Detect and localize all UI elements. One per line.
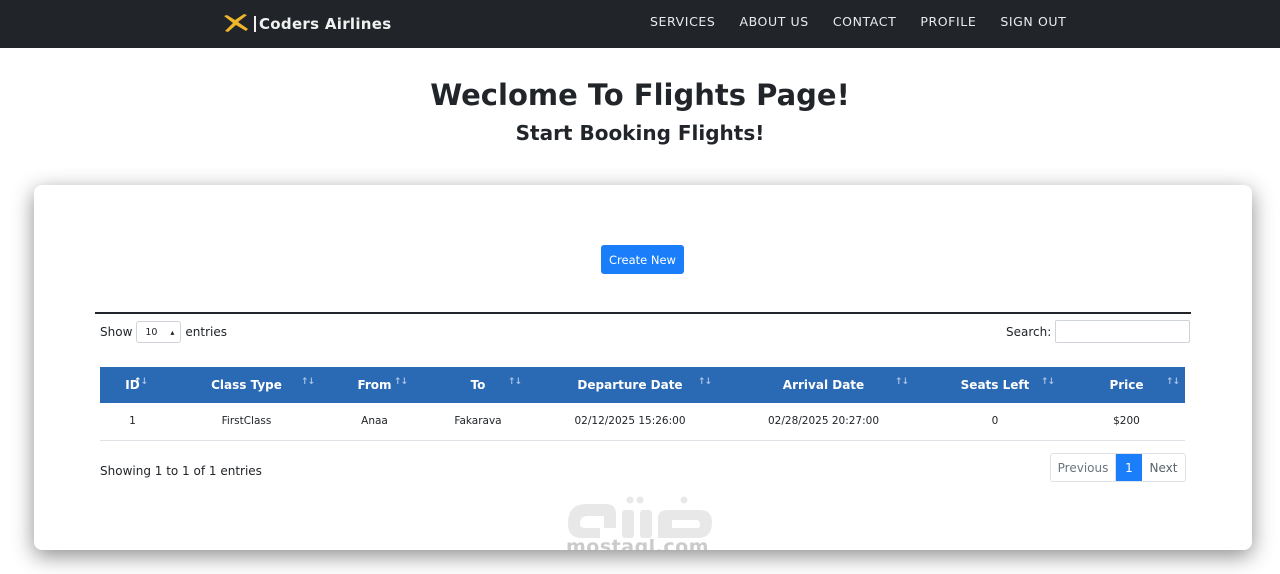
cell-to: Fakarava bbox=[454, 415, 502, 428]
cell-from: Anaa bbox=[361, 415, 388, 428]
cell-price: $200 bbox=[1113, 415, 1140, 428]
sort-icon: ↑↓ bbox=[697, 377, 712, 387]
cell-seats-left: 0 bbox=[991, 415, 999, 428]
table-info: Showing 1 to 1 of 1 entries bbox=[100, 464, 262, 478]
sort-icon: ↑↓ bbox=[393, 377, 408, 387]
cell-departure-date: 02/12/2025 15:26:00 bbox=[574, 415, 686, 428]
col-from[interactable]: From ↑↓ bbox=[328, 367, 421, 403]
col-to[interactable]: To ↑↓ bbox=[421, 367, 535, 403]
col-departure-date-label: Departure Date bbox=[577, 378, 683, 392]
create-new-button[interactable]: Create New bbox=[601, 245, 684, 274]
sort-icon: ↑↓ bbox=[1040, 377, 1055, 387]
col-from-label: From bbox=[357, 378, 392, 392]
col-to-label: To bbox=[470, 378, 486, 392]
col-class-type-label: Class Type bbox=[211, 378, 282, 392]
col-class-type[interactable]: Class Type ↑↓ bbox=[165, 367, 328, 403]
search-label: Search: bbox=[1006, 324, 1052, 339]
sort-icon: ↑↓ bbox=[507, 377, 522, 387]
search-control: Search: bbox=[1006, 320, 1191, 343]
page-length-control: Show 10 ▴︎ entries bbox=[100, 321, 227, 343]
table-header-row: ID ↑↓ Class Type ↑↓ From ↑↓ To ↑↓ Departure … bbox=[100, 367, 1185, 403]
previous-page-button[interactable]: Previous bbox=[1051, 454, 1116, 481]
table-row: 1 FirstClass Anaa Fakarava 02/12/2025 15… bbox=[100, 403, 1185, 440]
col-seats-left[interactable]: Seats Left ↑↓ bbox=[922, 367, 1068, 403]
col-arrival-date-label: Arrival Date bbox=[782, 378, 865, 392]
page-length-value: 10 bbox=[145, 326, 158, 338]
nav-sign-out[interactable]: SIGN OUT bbox=[1000, 14, 1066, 29]
brand-name: Coders Airlines bbox=[254, 16, 391, 32]
sort-icon: ↑↓ bbox=[894, 377, 909, 387]
watermark-text: mostaql.com bbox=[566, 536, 710, 550]
nav-profile[interactable]: PROFILE bbox=[920, 14, 976, 29]
col-departure-date[interactable]: Departure Date ↑↓ bbox=[535, 367, 725, 403]
col-price[interactable]: Price ↑↓ bbox=[1068, 367, 1185, 403]
sort-icon: ↑↓ bbox=[1165, 377, 1180, 387]
brand-link[interactable]: Coders Airlines bbox=[222, 11, 391, 37]
pagination: Previous 1 Next bbox=[1050, 453, 1186, 482]
show-label: Show bbox=[100, 325, 133, 339]
airplane-icon bbox=[224, 14, 248, 32]
cell-id: 1 bbox=[129, 415, 136, 428]
nav-menu: SERVICES ABOUT US CONTACT PROFILE SIGN O… bbox=[650, 14, 1090, 29]
page-1-button[interactable]: 1 bbox=[1116, 454, 1142, 481]
page-title: Weclome To Flights Page! bbox=[430, 78, 850, 112]
search-input[interactable] bbox=[1055, 320, 1191, 343]
col-id[interactable]: ID ↑↓ bbox=[100, 367, 165, 403]
sort-icon: ↑↓ bbox=[300, 377, 315, 387]
entries-label: entries bbox=[185, 325, 227, 339]
flights-table-wrapper: ID ↑↓ Class Type ↑↓ From ↑↓ To ↑↓ Departure … bbox=[100, 367, 1185, 441]
page-length-select[interactable]: 10 ▴︎ bbox=[136, 321, 182, 343]
top-navbar: Coders Airlines SERVICES ABOUT US CONTAC… bbox=[0, 0, 1280, 48]
cell-class-type: FirstClass bbox=[221, 415, 272, 428]
col-arrival-date[interactable]: Arrival Date ↑↓ bbox=[725, 367, 922, 403]
nav-about-us[interactable]: ABOUT US bbox=[739, 14, 808, 29]
nav-contact[interactable]: CONTACT bbox=[833, 14, 896, 29]
sort-asc-icon: ↑↓ bbox=[133, 377, 148, 387]
flights-table: ID ↑↓ Class Type ↑↓ From ↑↓ To ↑↓ Departure … bbox=[100, 367, 1185, 441]
divider bbox=[95, 312, 1191, 314]
page-subtitle: Start Booking Flights! bbox=[515, 121, 765, 145]
sort-toggle-icon: ▴︎ bbox=[170, 327, 175, 337]
nav-services[interactable]: SERVICES bbox=[650, 14, 715, 29]
cell-arrival-date: 02/28/2025 20:27:00 bbox=[767, 415, 879, 428]
col-price-label: Price bbox=[1109, 378, 1144, 392]
col-seats-left-label: Seats Left bbox=[960, 378, 1030, 392]
next-page-button[interactable]: Next bbox=[1142, 454, 1185, 481]
